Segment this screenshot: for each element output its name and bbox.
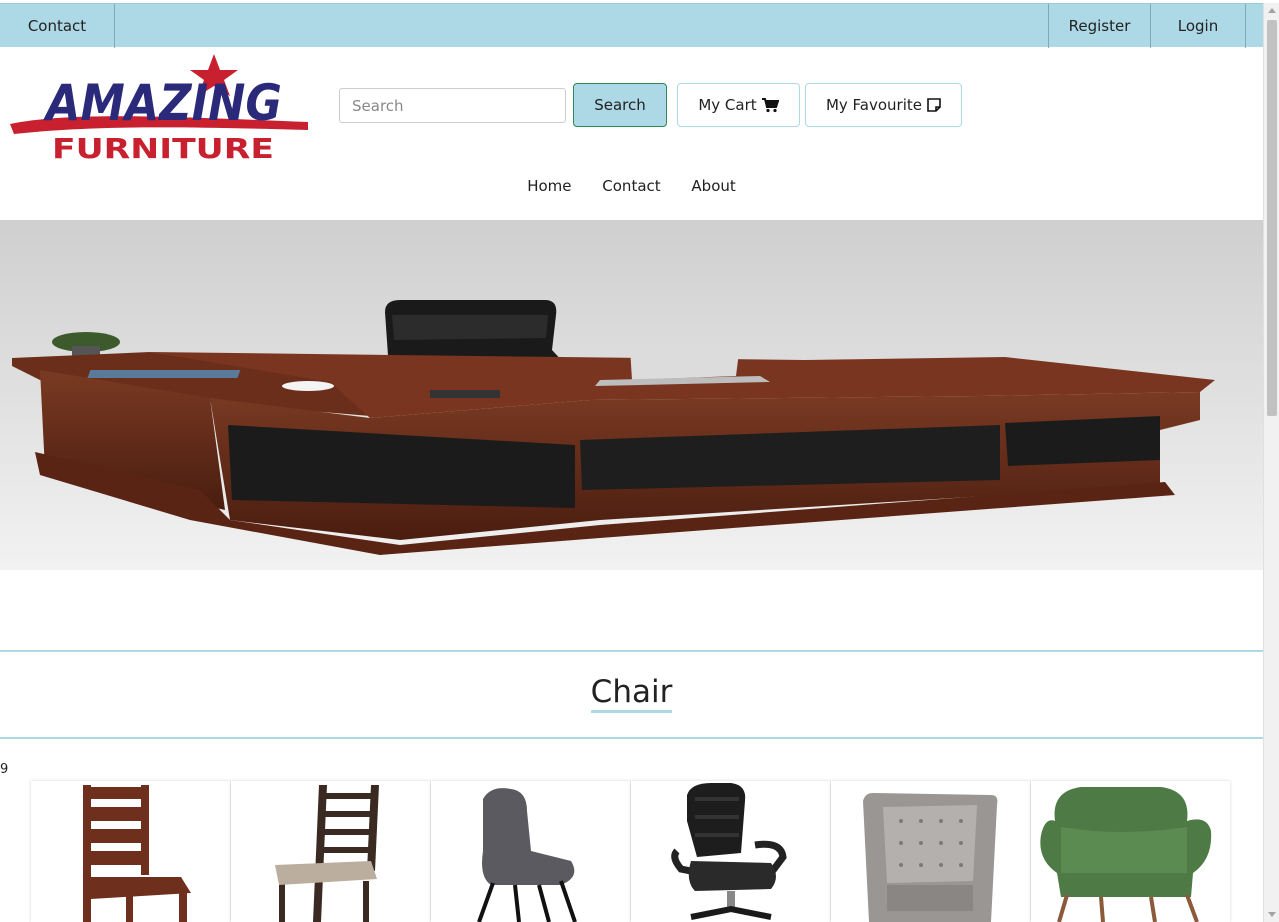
my-favourite-label: My Favourite (825, 96, 923, 114)
logo-text-furniture: FURNITURE (52, 132, 274, 165)
product-card[interactable] (831, 781, 1030, 922)
login-link[interactable]: Login (1151, 4, 1246, 48)
hero-banner-desk-image (0, 220, 1263, 570)
section-divider-bottom (0, 737, 1263, 739)
section-title: Chair (0, 674, 1263, 713)
register-link[interactable]: Register (1048, 4, 1151, 48)
product-card[interactable] (1031, 781, 1230, 922)
scroll-up-icon[interactable] (1268, 8, 1276, 13)
section-divider-top (0, 650, 1263, 652)
scroll-down-icon[interactable] (1268, 912, 1276, 917)
grey-fabric-chair-image (477, 788, 577, 922)
product-count: 9 (0, 762, 9, 777)
ladder-back-chair-image (275, 785, 379, 922)
top-contact-link[interactable]: Contact (0, 4, 115, 48)
scrollbar-thumb[interactable] (1267, 20, 1277, 416)
grey-wingback-chair-image (863, 793, 998, 922)
shopping-cart-icon (761, 97, 779, 112)
my-cart-button[interactable]: My Cart (677, 83, 800, 127)
nav-contact[interactable]: Contact (602, 177, 660, 195)
my-favourite-button[interactable]: My Favourite (805, 83, 962, 127)
search-button-label: Search (594, 96, 646, 114)
search-button[interactable]: Search (573, 83, 667, 127)
nav-about[interactable]: About (691, 177, 735, 195)
my-cart-label: My Cart (698, 96, 757, 114)
page-scrollbar[interactable] (1263, 3, 1279, 922)
sticky-note-icon (927, 98, 941, 112)
search-input[interactable] (339, 88, 566, 123)
product-card[interactable] (631, 781, 830, 922)
top-bar: Contact Register Login (0, 3, 1263, 48)
section-title-text: Chair (590, 674, 673, 713)
nav-home[interactable]: Home (527, 177, 571, 195)
amazing-furniture-logo[interactable]: AMAZING FURNITURE (8, 50, 313, 165)
main-nav: Home Contact About (0, 177, 1263, 195)
wooden-dining-chair-image (83, 785, 191, 922)
product-card[interactable] (431, 781, 630, 922)
product-card[interactable] (231, 781, 430, 922)
green-armchair-image (1040, 787, 1212, 922)
black-office-chair-image (671, 783, 787, 920)
logo-text-amazing: AMAZING (42, 74, 282, 132)
product-card[interactable] (31, 781, 230, 922)
